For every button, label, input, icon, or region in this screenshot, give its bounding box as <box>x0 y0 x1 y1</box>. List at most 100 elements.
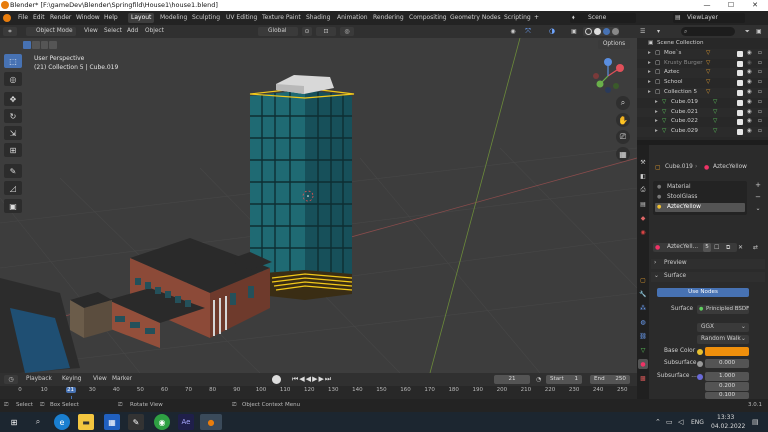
outliner-row[interactable]: ▸ ▢ Collection 5 ▽ ◉ ▫ <box>637 88 768 98</box>
edge-browser-icon[interactable]: e <box>54 414 70 430</box>
scene-tab-icon[interactable]: ◆ <box>638 213 648 223</box>
base-color-swatch[interactable] <box>705 347 749 356</box>
expand-arrow-icon[interactable]: ▸ <box>655 117 658 127</box>
taskbar-search-icon[interactable]: ⌕ <box>30 414 46 430</box>
particles-tab-icon[interactable]: ⁂ <box>638 303 648 313</box>
scene-selector[interactable]: ⬧ Scene <box>570 13 636 23</box>
render-camera-icon[interactable]: ▫ <box>758 88 762 98</box>
language-indicator[interactable]: ENG <box>691 419 704 426</box>
clock-date[interactable]: 04.02.2022 <box>711 423 745 430</box>
chrome-browser-icon[interactable]: ◉ <box>154 414 170 430</box>
surface-shader-field[interactable]: ● Principled BSDF <box>697 305 749 314</box>
eye-icon[interactable]: ◉ <box>747 98 752 108</box>
subsurface-field[interactable]: 0.000 <box>705 359 749 368</box>
world-tab-icon[interactable]: ◉ <box>638 227 648 237</box>
eye-icon[interactable]: ◉ <box>747 49 752 59</box>
outliner-row[interactable]: ▸ ▽ Cube.022 ▽ ◉ ▫ <box>637 117 768 127</box>
select-subtract-icon[interactable] <box>40 41 49 49</box>
move-tool-icon[interactable]: ✥ <box>4 92 22 106</box>
menu-edit[interactable]: Edit <box>33 13 45 23</box>
texture-tab-icon[interactable]: ▩ <box>638 373 648 383</box>
outliner-row[interactable]: ▸ ▢ Krusty Burger ▽ ◉ ▫ <box>637 59 768 69</box>
timeline-editor-icon[interactable]: ◷ <box>4 375 18 384</box>
outliner-row[interactable]: ▸ ▢ Moe`s ▽ ◉ ▫ <box>637 48 768 59</box>
cursor-tool-icon[interactable]: ◎ <box>4 72 22 86</box>
expand-arrow-icon[interactable]: ▸ <box>655 108 658 118</box>
eye-icon[interactable]: ◉ <box>747 78 752 88</box>
measure-tool-icon[interactable]: ◿ <box>4 181 22 195</box>
select-extend-icon[interactable] <box>31 41 40 49</box>
blender-taskbar-icon[interactable]: ● <box>200 414 222 430</box>
expand-arrow-icon[interactable]: ▸ <box>648 59 651 69</box>
outliner-editor-icon[interactable]: ☰ <box>640 27 654 36</box>
user-count[interactable]: 5 <box>703 243 711 252</box>
exclude-checkbox[interactable] <box>737 129 743 136</box>
pan-hand-icon[interactable]: ✋ <box>616 113 630 127</box>
add-cube-tool-icon[interactable]: ▣ <box>4 199 22 213</box>
menu-keying[interactable]: Keying <box>62 375 81 384</box>
solid-shading-icon[interactable] <box>594 28 601 35</box>
playback-controls[interactable]: ⏮◀◀▶▶⏭ <box>292 375 352 384</box>
menu-file[interactable]: File <box>18 13 28 23</box>
editor-type-icon[interactable]: ⌗ <box>3 27 17 36</box>
tool-tab-icon[interactable]: ⚒ <box>638 157 648 167</box>
tab-texture-paint[interactable]: Texture Paint <box>259 13 304 23</box>
maximize-button[interactable]: ☐ <box>720 0 742 11</box>
options-dropdown[interactable]: Options <box>598 40 630 49</box>
add-slot-icon[interactable]: + <box>753 181 763 191</box>
zoom-icon[interactable]: ⌕ <box>616 96 630 110</box>
snap-icon[interactable]: ⊡ <box>316 27 336 36</box>
transform-tool-icon[interactable]: ⊞ <box>4 143 22 157</box>
mode-dropdown[interactable]: Object Mode <box>26 27 76 36</box>
constraints-tab-icon[interactable]: ⛓ <box>638 331 648 341</box>
render-camera-icon[interactable]: ▫ <box>758 68 762 78</box>
filter-icon[interactable]: ⏷ <box>745 27 755 36</box>
preview-panel-header[interactable]: › Preview <box>651 259 765 269</box>
render-tab-icon[interactable]: ◧ <box>638 171 648 181</box>
tab-animation[interactable]: Animation <box>334 13 371 23</box>
tab-shading[interactable]: Shading <box>303 13 333 23</box>
menu-add[interactable]: Add <box>127 27 138 36</box>
tab-sculpting[interactable]: Sculpting <box>189 13 223 23</box>
rotate-tool-icon[interactable]: ↻ <box>4 109 22 123</box>
tab-rendering[interactable]: Rendering <box>370 13 407 23</box>
exclude-checkbox[interactable] <box>737 109 743 116</box>
outliner-row[interactable]: ▸ ▢ School ▽ ◉ ▫ <box>637 78 768 88</box>
tower-building[interactable] <box>249 75 355 300</box>
expand-arrow-icon[interactable]: ▸ <box>648 68 651 78</box>
pivot-icon[interactable]: ⊙ <box>302 27 312 36</box>
gizmo-toggle-icon[interactable]: ⤧ <box>523 27 533 36</box>
menu-marker[interactable]: Marker <box>112 375 132 384</box>
end-frame-field[interactable]: End 250 <box>590 375 630 384</box>
view-layer-tab-icon[interactable]: ▤ <box>638 199 648 209</box>
file-explorer-icon[interactable]: ▬ <box>78 414 94 430</box>
exclude-checkbox[interactable] <box>737 99 743 106</box>
exclude-checkbox[interactable] <box>737 50 743 57</box>
menu-window[interactable]: Window <box>76 13 100 23</box>
perspective-toggle-icon[interactable]: ▦ <box>616 147 630 161</box>
overlay-toggle-icon[interactable]: ◑ <box>547 27 557 36</box>
menu-timeline-view[interactable]: View <box>93 375 107 384</box>
record-icon[interactable] <box>272 375 281 384</box>
modifier-tab-icon[interactable]: 🔧 <box>638 289 648 299</box>
windows-start-icon[interactable]: ⊞ <box>6 414 22 430</box>
timeline-ruler[interactable]: 0 10 21 30 40 50 60 70 80 90 100 110 120 130 140 150 160… <box>0 386 637 399</box>
material-browse-icon[interactable]: ● <box>655 243 660 252</box>
eye-icon[interactable]: ◉ <box>747 117 752 127</box>
start-frame-field[interactable]: Start 1 <box>546 375 582 384</box>
base-color-link-icon[interactable] <box>697 349 703 355</box>
rendered-shading-icon[interactable] <box>612 28 619 35</box>
material-shading-icon[interactable] <box>603 28 610 35</box>
clock-icon[interactable]: ◔ <box>536 375 544 384</box>
3d-viewport[interactable]: User Perspective (21) Collection 5 | Cub… <box>0 38 637 373</box>
menu-help[interactable]: Help <box>104 13 118 23</box>
select-box-tool-icon[interactable]: ⬚ <box>4 54 22 68</box>
subsurface-method-dropdown[interactable]: Random Walk ⌄ <box>697 335 749 344</box>
subsurface-radius-link-icon[interactable] <box>697 374 703 380</box>
select-invert-icon[interactable] <box>49 41 57 49</box>
data-tab-icon[interactable]: ▽ <box>638 345 648 355</box>
outliner-row[interactable]: ▣ Scene Collection <box>637 39 768 49</box>
tray-arrow-icon[interactable]: ⌃ <box>655 418 661 426</box>
camera-view-icon[interactable]: ⎚ <box>616 130 630 144</box>
material-tab-icon[interactable]: ● <box>638 359 648 369</box>
